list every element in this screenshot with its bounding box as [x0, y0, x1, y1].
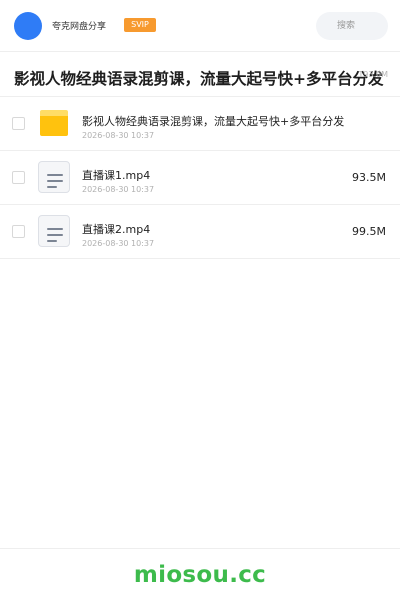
file-size: 99.5M	[352, 225, 386, 238]
header-bar: 夸克网盘分享 SVIP 搜索	[0, 0, 400, 52]
divider	[0, 548, 400, 549]
file-name[interactable]: 影视人物经典语录混剪课，流量大起号快+多平台分发	[82, 113, 344, 129]
file-date: 2026-08-30 10:37	[82, 131, 155, 140]
file-size: 93.5M	[352, 171, 386, 184]
search-input[interactable]: 搜索	[316, 12, 388, 40]
file-row[interactable]: 影视人物经典语录混剪课，流量大起号快+多平台分发 2026-08-30 10:3…	[0, 97, 400, 151]
avatar[interactable]	[14, 12, 42, 40]
file-name[interactable]: 直播课1.mp4	[82, 167, 150, 183]
share-title: 影视人物经典语录混剪课，流量大起号快+多平台分发	[14, 70, 384, 88]
checkbox[interactable]	[12, 171, 25, 184]
username[interactable]: 夸克网盘分享	[52, 19, 106, 32]
file-row[interactable]: 直播课2.mp4 2026-08-30 10:37 99.5M	[0, 205, 400, 259]
file-icon	[38, 215, 70, 247]
file-date: 2026-08-30 10:37	[82, 239, 155, 248]
svip-badge: SVIP	[124, 18, 156, 32]
file-row[interactable]: 直播课1.mp4 2026-08-30 10:37 93.5M	[0, 151, 400, 205]
watermark-text: miosou.cc	[133, 562, 267, 588]
file-icon	[38, 161, 70, 193]
folder-icon	[40, 110, 68, 136]
checkbox[interactable]	[12, 225, 25, 238]
checkbox[interactable]	[12, 117, 25, 130]
file-name[interactable]: 直播课2.mp4	[82, 221, 150, 237]
file-date: 2026-08-30 10:37	[82, 185, 155, 194]
share-total-size: 193.0M	[358, 70, 388, 79]
